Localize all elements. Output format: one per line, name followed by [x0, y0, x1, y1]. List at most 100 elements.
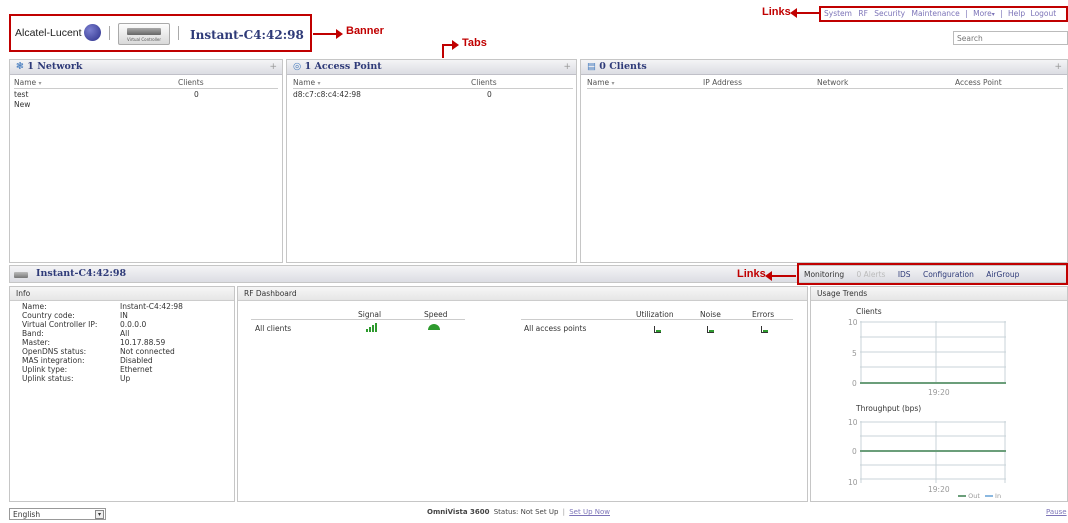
- clients-chart-title: Clients: [856, 307, 882, 316]
- throughput-legend: Out In: [958, 492, 1001, 500]
- tabs-arrow-stem: [442, 44, 444, 58]
- access-point-row-name[interactable]: d8:c7:c8:c4:42:98: [293, 90, 361, 99]
- links-arrow-bottom: [772, 275, 796, 277]
- new-network-link[interactable]: New: [14, 100, 30, 109]
- errors-meter-icon[interactable]: [761, 326, 768, 333]
- link-alerts[interactable]: 0 Alerts: [857, 270, 886, 279]
- info-key: Uplink status:: [22, 374, 74, 383]
- language-select[interactable]: English ▾: [9, 508, 106, 520]
- pause-link[interactable]: Pause: [1046, 508, 1067, 516]
- chevron-down-icon: ▾: [991, 11, 995, 18]
- rf-column-errors: Errors: [752, 310, 775, 319]
- network-row-name[interactable]: test: [14, 90, 28, 99]
- column-header-access-point[interactable]: Access Point: [955, 78, 1002, 87]
- clients-chart-ytick: 10: [848, 318, 858, 327]
- rf-column-noise: Noise: [700, 310, 721, 319]
- signal-bars-icon[interactable]: [366, 322, 378, 332]
- link-security[interactable]: Security: [874, 9, 905, 18]
- utilization-meter-icon[interactable]: [654, 326, 661, 333]
- throughput-chart-ytick: 10: [848, 418, 858, 427]
- sort-icon: ▾: [38, 80, 42, 87]
- access-point-panel-title: 1 Access Point: [304, 61, 382, 72]
- legend-in-swatch: [984, 495, 993, 497]
- link-maintenance[interactable]: Maintenance: [911, 9, 959, 18]
- rf-column-speed: Speed: [424, 310, 448, 319]
- info-value: Ethernet: [120, 365, 153, 374]
- legend-out-swatch: [958, 495, 966, 497]
- links-arrow-head-top: [790, 8, 797, 18]
- divider: [521, 319, 793, 320]
- column-header-ip-address[interactable]: IP Address: [703, 78, 742, 87]
- column-header-clients[interactable]: Clients: [471, 78, 497, 87]
- footer: English ▾ OmniVista 3600 Status: Not Set…: [0, 504, 1068, 523]
- separator: |: [1000, 9, 1003, 18]
- info-value: 0.0.0.0: [120, 320, 147, 329]
- rf-dashboard-title: RF Dashboard: [238, 287, 807, 301]
- divider: [14, 88, 278, 89]
- link-system[interactable]: System: [824, 9, 852, 18]
- add-access-point-icon[interactable]: +: [563, 60, 571, 74]
- clients-panel-title: 0 Clients: [599, 61, 647, 72]
- info-key: OpenDNS status:: [22, 347, 87, 356]
- link-more[interactable]: More: [973, 9, 992, 18]
- link-monitoring[interactable]: Monitoring: [804, 270, 844, 279]
- info-panel-title: Info: [10, 287, 234, 301]
- link-ids[interactable]: IDS: [898, 270, 911, 279]
- sort-icon: ▾: [317, 80, 321, 87]
- column-header-name[interactable]: Name ▾: [14, 78, 42, 87]
- search-input[interactable]: [953, 31, 1068, 45]
- noise-meter-icon[interactable]: [707, 326, 714, 333]
- divider: [251, 319, 465, 320]
- links-arrow-top: [797, 12, 819, 14]
- info-key: Uplink type:: [22, 365, 68, 374]
- separator: |: [965, 9, 968, 18]
- rf-column-signal: Signal: [358, 310, 382, 319]
- network-panel-title: 1 Network: [27, 61, 83, 72]
- set-up-now-link[interactable]: Set Up Now: [569, 508, 610, 516]
- omnivista-status: OmniVista 3600 Status: Not Set Up | Set …: [427, 508, 610, 516]
- column-header-clients[interactable]: Clients: [178, 78, 204, 87]
- add-network-icon[interactable]: +: [269, 60, 277, 74]
- info-key: Band:: [22, 329, 44, 338]
- throughput-chart-ytick: 10: [848, 478, 858, 487]
- speed-gauge-icon[interactable]: [428, 324, 440, 330]
- language-value: English: [13, 510, 41, 519]
- info-key: Country code:: [22, 311, 75, 320]
- link-logout[interactable]: Logout: [1031, 9, 1057, 18]
- column-header-name[interactable]: Name ▾: [587, 78, 615, 87]
- rf-column-utilization: Utilization: [636, 310, 674, 319]
- rf-row-all-clients[interactable]: All clients: [255, 324, 291, 333]
- throughput-chart-title: Throughput (bps): [856, 404, 922, 413]
- access-point-panel: ◎ 1 Access Point + Name ▾ Clients d8:c7:…: [286, 59, 577, 263]
- tab-networks[interactable]: ❃ 1 Network +: [10, 60, 282, 75]
- add-client-icon[interactable]: +: [1054, 60, 1062, 74]
- info-key: Virtual Controller IP:: [22, 320, 98, 329]
- sort-icon: ▾: [611, 80, 615, 87]
- tab-access-points[interactable]: ◎ 1 Access Point +: [287, 60, 576, 75]
- clients-chart-ytick: 0: [852, 379, 857, 388]
- access-point-row-clients: 0: [487, 90, 492, 99]
- tabs-annotation-label: Tabs: [462, 37, 487, 49]
- divider: [293, 88, 573, 89]
- info-key: MAS integration:: [22, 356, 85, 365]
- separator: |: [562, 508, 565, 516]
- rf-row-all-access-points[interactable]: All access points: [524, 324, 586, 333]
- banner-annotation-label: Banner: [346, 25, 384, 37]
- clients-chart: [860, 321, 1006, 384]
- tab-clients[interactable]: ▤ 0 Clients +: [581, 60, 1067, 75]
- controller-detail-title: Instant-C4:42:98: [36, 268, 127, 279]
- link-airgroup[interactable]: AirGroup: [986, 270, 1019, 279]
- column-header-name[interactable]: Name ▾: [293, 78, 321, 87]
- column-header-network[interactable]: Network: [817, 78, 848, 87]
- info-value: Disabled: [120, 356, 153, 365]
- link-help[interactable]: Help: [1008, 9, 1025, 18]
- link-configuration[interactable]: Configuration: [923, 270, 974, 279]
- detail-links: Monitoring 0 Alerts IDS Configuration Ai…: [804, 270, 1019, 279]
- info-key: Master:: [22, 338, 51, 347]
- link-rf[interactable]: RF: [858, 9, 868, 18]
- top-links: System RF Security Maintenance | More▾ |…: [824, 9, 1068, 18]
- legend-in-label: In: [995, 492, 1002, 500]
- access-point-icon: ◎: [293, 61, 302, 72]
- network-icon: ❃: [16, 61, 24, 72]
- info-value: Not connected: [120, 347, 175, 356]
